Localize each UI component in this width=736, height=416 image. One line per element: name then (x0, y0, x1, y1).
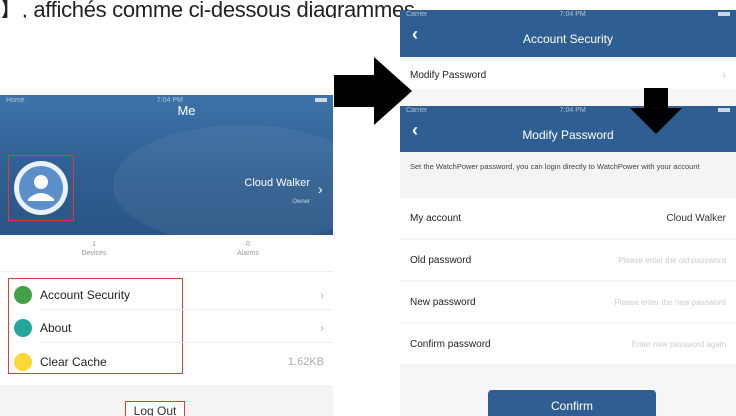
carrier-label: Carrier (406, 10, 428, 18)
security-screens: Carrier 7:04 PM ‹ Account Security Modif… (400, 10, 736, 416)
page-title: Modify Password (522, 128, 614, 142)
page-title: Account Security (522, 32, 614, 46)
info-icon (14, 319, 32, 337)
shield-icon (14, 286, 32, 304)
menu-item-about[interactable]: About › (14, 317, 324, 339)
status-bar: Carrier 7:04 PM (400, 106, 736, 114)
field-label: Confirm password (410, 338, 491, 350)
user-icon (19, 166, 63, 210)
confirm-password-field[interactable]: Enter new password again (632, 340, 726, 349)
menu-item-label: Modify Password (410, 69, 487, 81)
battery-icon (314, 98, 327, 102)
account-security-navbar: Carrier 7:04 PM ‹ Account Security (400, 10, 736, 57)
modify-password-navbar: Carrier 7:04 PM ‹ Modify Password (400, 106, 736, 152)
devices-count: 1 (92, 241, 96, 248)
new-password-row[interactable]: New password Please enter the new passwo… (400, 282, 736, 322)
alarms-stat[interactable]: 0 Alarms (188, 240, 308, 258)
menu-item-label: Clear Cache (40, 355, 107, 369)
info-text: Set the WatchPower password, you can log… (400, 156, 736, 192)
menu-item-account-security[interactable]: Account Security › (14, 284, 324, 306)
me-screen: Home 7:04 PM Me Cloud Walker Owner › 1 D… (0, 95, 333, 416)
logout-button[interactable]: Log Out (125, 401, 185, 416)
field-label: New password (410, 296, 476, 308)
page-title: Me (177, 103, 196, 118)
account-row: My account Cloud Walker (400, 198, 736, 238)
battery-icon (718, 108, 730, 112)
arrow-right-icon (334, 57, 412, 125)
modify-password-item[interactable]: Modify Password › (400, 61, 736, 89)
chevron-right-icon: › (320, 288, 324, 302)
new-password-field[interactable]: Please enter the new password (614, 298, 726, 307)
time-label: 7:04 PM (559, 106, 586, 114)
devices-stat[interactable]: 1 Devices (34, 240, 154, 258)
confirm-button[interactable]: Confirm (488, 390, 656, 416)
alarms-count: 0 (246, 241, 250, 248)
cache-size: 1.62KB (287, 356, 324, 368)
profile-header: Home 7:04 PM Me Cloud Walker Owner › (0, 95, 333, 245)
broom-icon (14, 353, 32, 371)
battery-icon (718, 12, 730, 16)
divider (0, 271, 333, 272)
devices-label: Devices (81, 250, 107, 257)
alarms-label: Alarms (237, 250, 259, 257)
chevron-right-icon[interactable]: › (318, 181, 323, 197)
divider (40, 309, 333, 310)
arrow-down-icon (630, 88, 682, 134)
time-label: 7:04 PM (559, 10, 586, 18)
old-password-row[interactable]: Old password Please enter the old passwo… (400, 240, 736, 280)
confirm-password-row[interactable]: Confirm password Enter new password agai… (400, 324, 736, 364)
status-bar: Carrier 7:04 PM (400, 10, 736, 18)
menu-item-label: About (40, 321, 72, 335)
field-label: Old password (410, 254, 472, 266)
menu-item-label: Account Security (40, 288, 131, 302)
old-password-field[interactable]: Please enter the old password (618, 256, 726, 265)
divider (40, 342, 333, 343)
field-label: My account (410, 212, 462, 224)
chevron-right-icon: › (722, 68, 726, 82)
instruction-caption: 】, affichés comme ci-dessous diagrammes. (0, 0, 420, 18)
menu-item-clear-cache[interactable]: Clear Cache 1.62KB (14, 351, 324, 373)
user-role: Owner (292, 199, 310, 205)
avatar[interactable] (14, 161, 68, 215)
account-value: Cloud Walker (666, 212, 726, 224)
chevron-right-icon: › (320, 321, 324, 335)
user-name[interactable]: Cloud Walker (200, 177, 310, 189)
